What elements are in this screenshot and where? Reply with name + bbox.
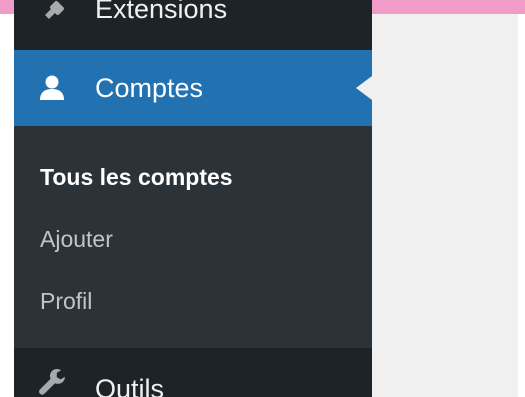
left-edge [0, 14, 14, 397]
sidebar-item-comptes[interactable]: Comptes [14, 50, 372, 126]
sidebar-item-label: Extensions [95, 0, 228, 24]
sidebar-item-extensions[interactable]: Extensions [14, 0, 372, 36]
submenu-item-ajouter[interactable]: Ajouter [40, 224, 113, 254]
plug-icon [36, 0, 68, 28]
submenu-item-profil[interactable]: Profil [40, 286, 92, 316]
active-indicator-arrow [356, 76, 372, 100]
sidebar-submenu: Tous les comptes Ajouter Profil [14, 126, 372, 348]
sidebar-item-label: Comptes [95, 73, 204, 103]
submenu-item-tous-les-comptes[interactable]: Tous les comptes [40, 162, 233, 192]
admin-sidebar: Extensions Comptes Tous les comptes Ajou… [14, 0, 372, 397]
user-icon [36, 72, 68, 104]
sidebar-item-label: Outils [95, 374, 165, 397]
right-edge [518, 14, 525, 397]
wrench-icon [36, 366, 68, 397]
sidebar-item-outils[interactable]: Outils [14, 364, 372, 397]
